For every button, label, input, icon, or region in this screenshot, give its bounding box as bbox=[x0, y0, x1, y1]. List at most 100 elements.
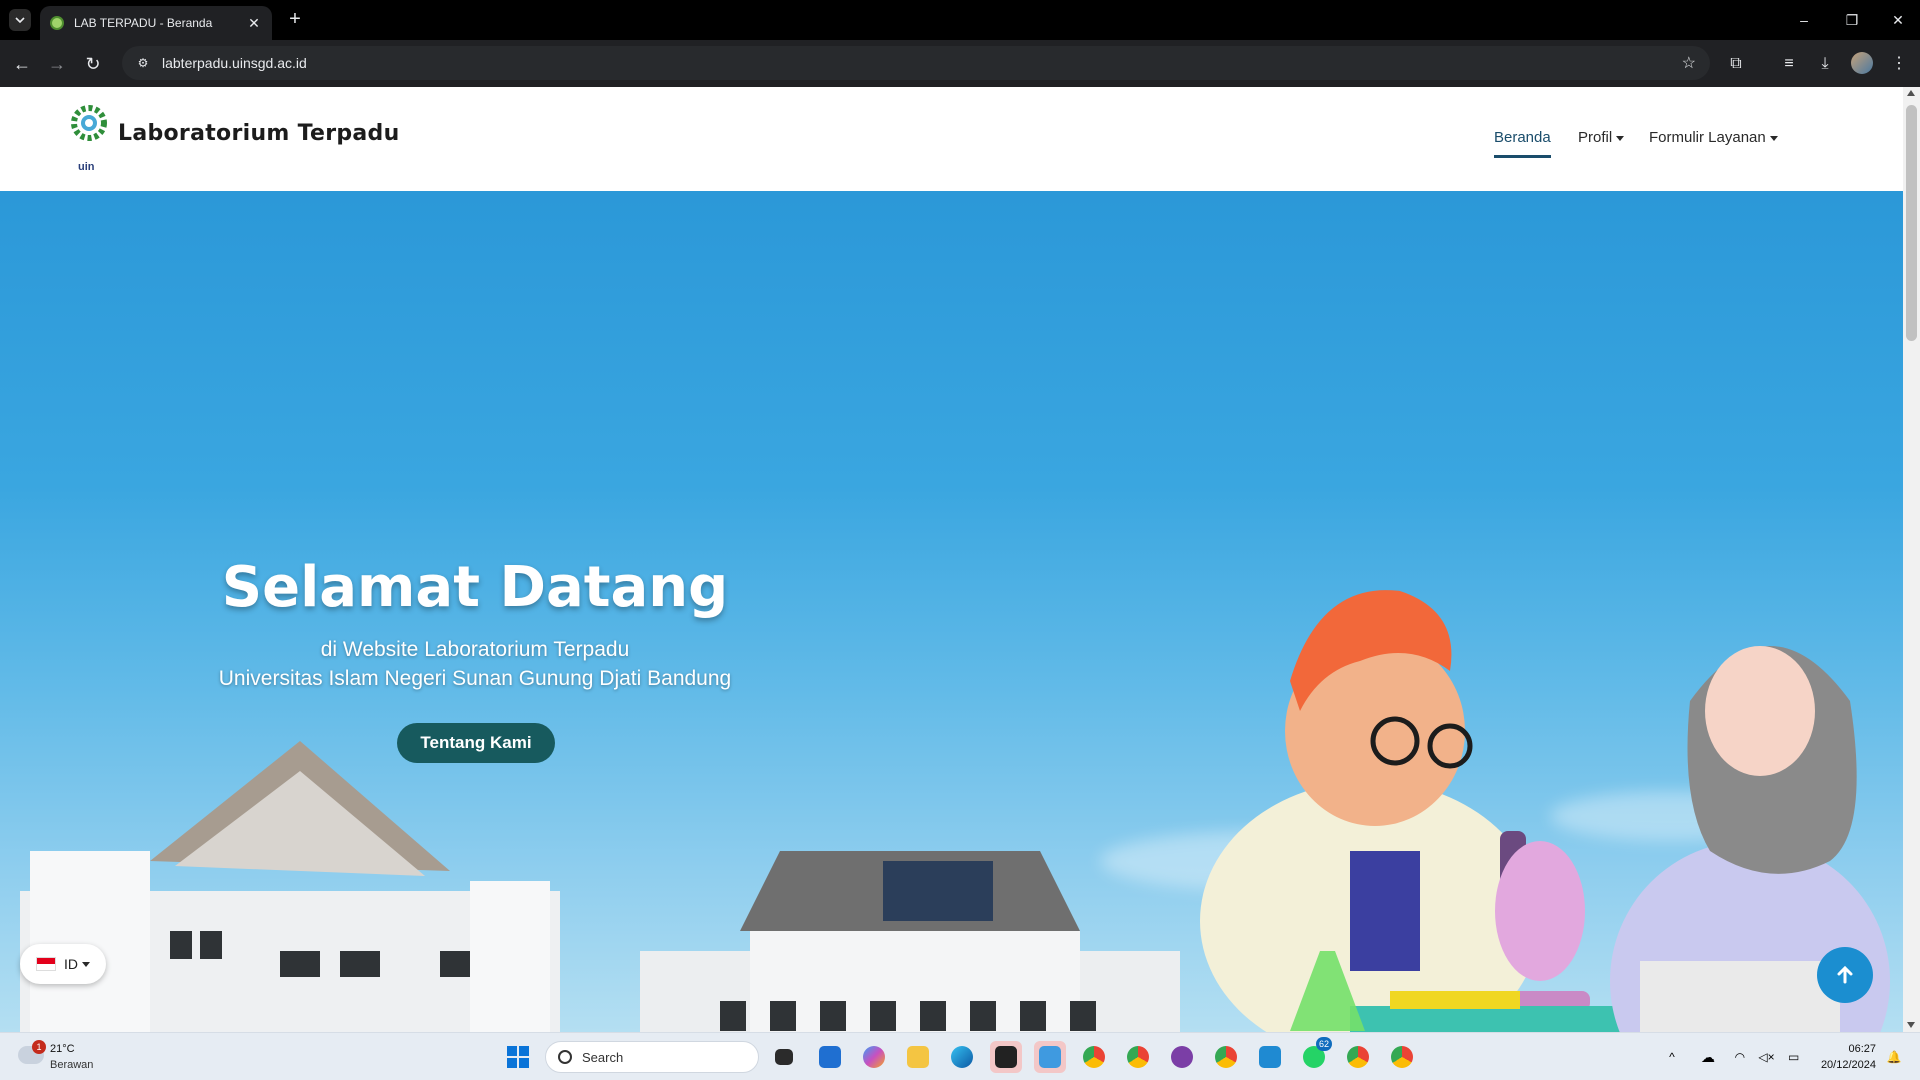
chrome-button-3[interactable] bbox=[1210, 1041, 1242, 1073]
onedrive-button[interactable]: ☁ bbox=[1696, 1041, 1720, 1073]
forward-button[interactable]: → bbox=[44, 51, 70, 77]
address-bar[interactable]: ⚙ labterpadu.uinsgd.ac.id ☆ bbox=[122, 46, 1710, 80]
nav-formulir-label: Formulir Layanan bbox=[1649, 129, 1766, 146]
sticky-notes-button[interactable] bbox=[990, 1041, 1022, 1073]
weather-temp: 21°C bbox=[50, 1043, 75, 1055]
site-header: uin Laboratorium Terpadu Beranda Profil … bbox=[0, 87, 1903, 191]
new-tab-button[interactable]: + bbox=[283, 8, 307, 32]
copilot-icon bbox=[863, 1046, 885, 1068]
show-hidden-icons-button[interactable]: ^ bbox=[1660, 1041, 1684, 1073]
language-switcher[interactable]: ID bbox=[20, 944, 106, 984]
close-tab-icon[interactable]: ✕ bbox=[246, 15, 262, 32]
hero-subtitle-2: Universitas Islam Negeri Sunan Gunung Dj… bbox=[218, 667, 732, 690]
browser-menu-icon[interactable]: ⋮ bbox=[1886, 51, 1912, 77]
file-explorer-button[interactable] bbox=[902, 1041, 934, 1073]
hero-banner: Selamat Datang di Website Laboratorium T… bbox=[0, 191, 1903, 1032]
nav-profil[interactable]: Profil bbox=[1578, 129, 1625, 146]
chrome-button-1[interactable] bbox=[1078, 1041, 1110, 1073]
wifi-icon: ◠ bbox=[1734, 1050, 1746, 1064]
url-text[interactable]: labterpadu.uinsgd.ac.id bbox=[162, 55, 1682, 71]
edge-button[interactable] bbox=[946, 1041, 978, 1073]
chrome-icon bbox=[1215, 1046, 1237, 1068]
search-icon bbox=[558, 1050, 572, 1064]
caret-down-icon bbox=[1616, 135, 1625, 141]
volume-muted-icon: ◁× bbox=[1758, 1050, 1775, 1064]
store-icon bbox=[819, 1046, 841, 1068]
github-button[interactable] bbox=[1166, 1041, 1198, 1073]
chevron-up-icon: ^ bbox=[1669, 1050, 1675, 1064]
reload-button[interactable]: ↻ bbox=[80, 51, 106, 77]
back-to-top-button[interactable] bbox=[1817, 947, 1873, 1003]
profile-avatar[interactable] bbox=[1851, 52, 1873, 74]
weather-badge: 1 bbox=[32, 1040, 46, 1054]
logo-text: uin bbox=[78, 161, 95, 173]
search-placeholder: Search bbox=[582, 1049, 624, 1065]
caret-down-icon bbox=[1769, 135, 1778, 141]
whatsapp-button[interactable]: 62 bbox=[1298, 1037, 1332, 1073]
nav-beranda-label: Beranda bbox=[1494, 129, 1551, 146]
nav-profil-label: Profil bbox=[1578, 129, 1613, 146]
browser-toolbar: ← → ↻ ⚙ labterpadu.uinsgd.ac.id ☆ ⧉ ≡ ⤓ … bbox=[0, 40, 1920, 87]
back-button[interactable]: ← bbox=[9, 51, 35, 77]
chrome-button-5[interactable] bbox=[1386, 1041, 1418, 1073]
task-view-icon bbox=[775, 1049, 793, 1065]
chevron-down-icon bbox=[15, 17, 25, 23]
github-icon bbox=[1171, 1046, 1193, 1068]
extensions-icon[interactable]: ⧉ bbox=[1723, 51, 1749, 77]
uin-logo-icon[interactable] bbox=[68, 105, 110, 161]
nav-beranda[interactable]: Beranda bbox=[1494, 129, 1551, 158]
tentang-kami-button[interactable]: Tentang Kami bbox=[397, 723, 555, 763]
copilot-button[interactable] bbox=[858, 1041, 890, 1073]
notepad-button[interactable] bbox=[1034, 1041, 1066, 1073]
favicon-icon bbox=[50, 16, 64, 30]
battery-icon: ▭ bbox=[1787, 1050, 1800, 1064]
scientists-illustration bbox=[1200, 590, 1890, 1032]
campus-building-left bbox=[20, 741, 560, 1032]
close-window-button[interactable]: ✕ bbox=[1878, 8, 1918, 32]
arrow-up-icon bbox=[1837, 965, 1853, 984]
language-code: ID bbox=[64, 956, 78, 972]
vscode-button[interactable] bbox=[1254, 1041, 1286, 1073]
chrome-button-4[interactable] bbox=[1342, 1041, 1374, 1073]
taskbar-search[interactable]: Search bbox=[545, 1041, 759, 1073]
hero-subtitle-1: di Website Laboratorium Terpadu bbox=[320, 638, 630, 661]
browser-tab[interactable]: LAB TERPADU - Beranda ✕ bbox=[40, 6, 272, 40]
chrome-icon bbox=[1127, 1046, 1149, 1068]
notifications-button[interactable]: 🔔 bbox=[1882, 1041, 1906, 1073]
chrome-icon bbox=[1083, 1046, 1105, 1068]
clock-date[interactable]: 20/12/2024 bbox=[1806, 1059, 1876, 1071]
store-button[interactable] bbox=[814, 1041, 846, 1073]
weather-condition: Berawan bbox=[50, 1059, 94, 1071]
quick-settings-button[interactable]: ◠ ◁× ▭ bbox=[1728, 1041, 1806, 1073]
scroll-down-icon[interactable] bbox=[1907, 1022, 1915, 1028]
scrollbar-thumb[interactable] bbox=[1906, 105, 1917, 341]
task-view-button[interactable] bbox=[768, 1041, 800, 1073]
download-icon[interactable]: ⤓ bbox=[1812, 51, 1838, 77]
page-scrollbar[interactable] bbox=[1903, 87, 1920, 1032]
chrome-button-2[interactable] bbox=[1122, 1041, 1154, 1073]
tab-search-button[interactable] bbox=[9, 9, 31, 31]
restore-button[interactable]: ❐ bbox=[1832, 8, 1872, 32]
media-control-icon[interactable]: ≡ bbox=[1776, 51, 1802, 77]
bookmark-star-icon[interactable]: ☆ bbox=[1682, 53, 1696, 73]
start-button[interactable] bbox=[502, 1041, 534, 1073]
vscode-icon bbox=[1259, 1046, 1281, 1068]
sticky-notes-icon bbox=[995, 1046, 1017, 1068]
notepad-icon bbox=[1039, 1046, 1061, 1068]
nav-formulir-layanan[interactable]: Formulir Layanan bbox=[1649, 129, 1778, 146]
minimize-button[interactable]: – bbox=[1784, 8, 1824, 32]
brand-name[interactable]: Laboratorium Terpadu bbox=[118, 121, 400, 146]
onedrive-icon: ☁ bbox=[1701, 1048, 1715, 1065]
chrome-icon bbox=[1391, 1046, 1413, 1068]
site-info-icon[interactable]: ⚙ bbox=[134, 54, 152, 72]
campus-building-center bbox=[640, 851, 1180, 1032]
bell-icon: 🔔 bbox=[1886, 1050, 1902, 1064]
tab-title: LAB TERPADU - Beranda bbox=[74, 16, 213, 30]
clock-time[interactable]: 06:27 bbox=[1806, 1043, 1876, 1055]
chrome-icon bbox=[1347, 1046, 1369, 1068]
weather-widget[interactable]: 1 21°C Berawan bbox=[16, 1040, 106, 1074]
caret-down-icon bbox=[82, 961, 90, 967]
browser-tab-bar: LAB TERPADU - Beranda ✕ + – ❐ ✕ bbox=[0, 0, 1920, 40]
scroll-up-icon[interactable] bbox=[1907, 90, 1915, 96]
indonesia-flag-icon bbox=[36, 957, 56, 971]
